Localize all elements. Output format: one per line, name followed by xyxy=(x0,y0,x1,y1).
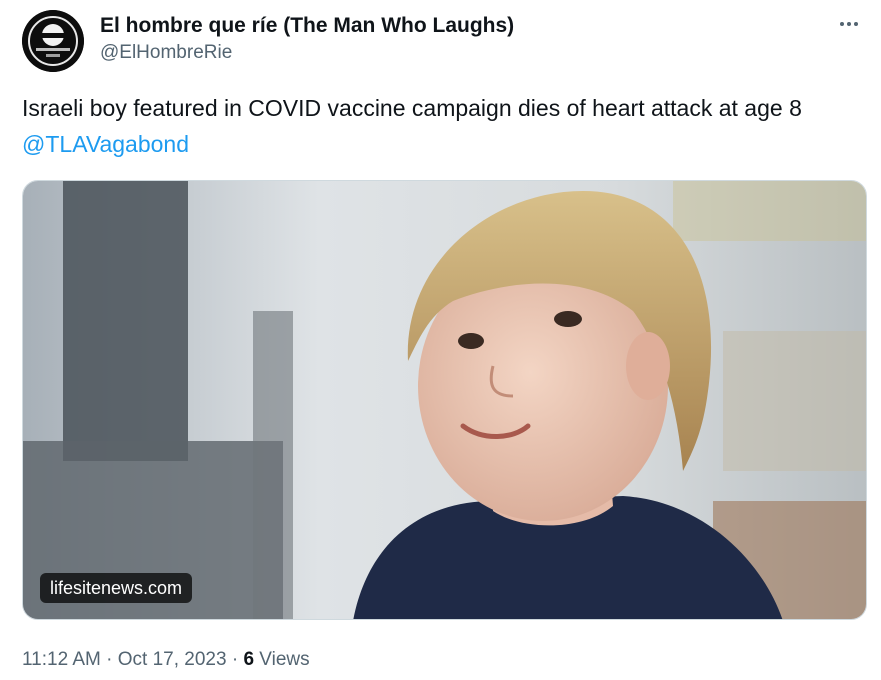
meta-separator: · xyxy=(100,649,118,670)
tweet-card: El hombre que ríe (The Man Who Laughs) @… xyxy=(0,0,881,680)
dot xyxy=(854,22,858,26)
author-handle[interactable]: @ElHombreRie xyxy=(100,41,232,65)
dot xyxy=(847,22,851,26)
views-count[interactable]: 6 xyxy=(243,649,254,670)
avatar[interactable] xyxy=(22,10,84,72)
tweet-meta: 11:12 AM · Oct 17, 2023 · 6 Views xyxy=(22,648,310,672)
avatar-emblem-icon xyxy=(22,10,84,72)
views-label: Views xyxy=(254,649,310,670)
dot xyxy=(840,22,844,26)
tweet-body: Israeli boy featured in COVID vaccine ca… xyxy=(22,95,802,121)
media-source-label: lifesitenews.com xyxy=(40,573,193,603)
more-options-icon[interactable] xyxy=(835,14,863,34)
author-display-name[interactable]: El hombre que ríe (The Man Who Laughs) xyxy=(100,14,514,38)
mention-link[interactable]: @TLAVagabond xyxy=(22,131,189,157)
meta-separator: · xyxy=(226,649,244,670)
tweet-media-image[interactable] xyxy=(22,180,867,620)
tweet-time[interactable]: 11:12 AM xyxy=(22,649,101,670)
tweet-text: Israeli boy featured in COVID vaccine ca… xyxy=(22,90,862,162)
tweet-date[interactable]: Oct 17, 2023 xyxy=(118,649,227,670)
video-frame-illustration xyxy=(23,181,866,619)
